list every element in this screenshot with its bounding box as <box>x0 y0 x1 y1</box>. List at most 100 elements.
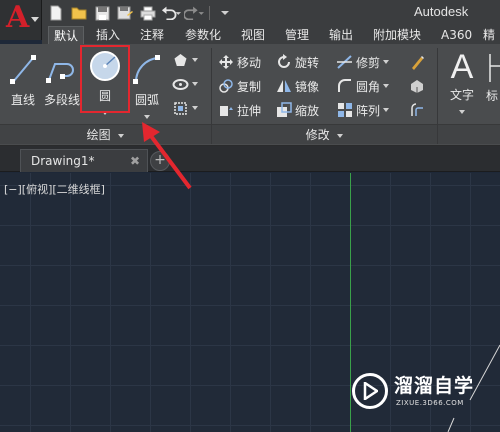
mirror-icon <box>276 80 291 92</box>
polyline-tool[interactable]: 多段线 <box>42 52 82 108</box>
stretch-icon <box>219 106 233 116</box>
text-icon: A <box>450 48 474 86</box>
viewport-controls[interactable]: [−][俯视][二维线框] <box>4 181 105 197</box>
document-tab-strip: Drawing1* ✖ + <box>0 146 500 172</box>
tab-insert[interactable]: 插入 <box>91 26 125 44</box>
play-icon <box>352 373 388 409</box>
save-icon[interactable] <box>92 3 112 23</box>
app-title: Autodesk <box>414 4 469 19</box>
watermark-subtitle: ZIXUE.3D66.COM <box>396 399 464 407</box>
offset-tool[interactable] <box>408 100 425 120</box>
fillet-label: 圆角 <box>356 79 381 94</box>
application-menu-button[interactable]: A <box>0 0 42 40</box>
highlight-box <box>80 45 130 113</box>
tab-parametric[interactable]: 参数化 <box>180 26 226 44</box>
title-bar: Autodesk <box>0 0 500 26</box>
chevron-down-icon <box>192 58 198 62</box>
redo-icon[interactable] <box>184 3 204 23</box>
arc-tool[interactable]: 圆弧 <box>130 52 164 122</box>
rotate-label: 旋转 <box>295 55 320 70</box>
polygon-tool[interactable] <box>172 50 198 70</box>
undo-icon[interactable] <box>161 3 181 23</box>
hatch-tool[interactable] <box>172 98 198 118</box>
line-label: 直线 <box>10 93 35 107</box>
line-icon <box>10 55 36 84</box>
ellipse-icon <box>172 78 189 90</box>
modify-panel-title-label: 修改 <box>305 128 330 142</box>
tab-home[interactable]: 默认 <box>48 26 85 44</box>
explode-tool[interactable] <box>408 76 425 96</box>
chevron-down-icon <box>383 84 390 88</box>
polyline-icon <box>46 63 74 83</box>
document-tab-label: Drawing1* <box>31 154 95 168</box>
arc-icon <box>133 55 160 84</box>
chevron-down-icon <box>31 17 39 22</box>
chevron-down-icon <box>192 106 198 110</box>
array-icon <box>337 103 352 117</box>
stretch-tool[interactable]: 拉伸 <box>217 100 261 120</box>
ribbon-tab-bar: 默认 插入 注释 参数化 视图 管理 输出 附加模块 A360 精 <box>42 26 500 44</box>
annotation-arrow <box>142 122 192 190</box>
array-label: 阵列 <box>356 103 381 118</box>
watermark: 溜溜自学 ZIXUE.3D66.COM <box>350 366 475 416</box>
array-tool[interactable]: 阵列 <box>336 100 390 120</box>
tab-addins[interactable]: 附加模块 <box>368 26 426 44</box>
chevron-down-icon <box>118 133 125 138</box>
hatch-icon <box>174 101 187 115</box>
erase-tool[interactable] <box>408 52 425 72</box>
watermark-title: 溜溜自学 <box>394 375 475 397</box>
move-tool[interactable]: 移动 <box>217 52 261 72</box>
tab-featured[interactable]: 精 <box>478 26 500 44</box>
move-label: 移动 <box>237 55 262 70</box>
arc-label: 圆弧 <box>134 93 159 107</box>
dimension-label: 标 <box>486 89 499 103</box>
explode-icon <box>410 80 423 93</box>
scale-tool[interactable]: 缩放 <box>275 100 319 120</box>
rotate-tool[interactable]: 旋转 <box>275 52 319 72</box>
trim-label: 修剪 <box>356 55 381 70</box>
scale-icon <box>276 102 292 117</box>
tab-a360[interactable]: A360 <box>436 26 477 44</box>
offset-icon <box>410 103 423 116</box>
mirror-label: 镜像 <box>295 79 320 94</box>
qat-separator <box>209 6 210 20</box>
save-as-icon[interactable] <box>115 3 135 23</box>
fillet-icon <box>337 79 351 92</box>
chevron-down-icon <box>383 60 390 64</box>
trim-icon <box>337 55 352 69</box>
fillet-tool[interactable]: 圆角 <box>336 76 390 96</box>
dimension-icon <box>489 54 500 82</box>
polyline-label: 多段线 <box>43 93 80 107</box>
autocad-logo: A <box>6 0 30 35</box>
mirror-tool[interactable]: 镜像 <box>275 76 319 96</box>
document-tab[interactable]: Drawing1* ✖ <box>20 149 148 172</box>
move-icon <box>218 55 233 69</box>
dimension-tool[interactable]: 标 <box>486 52 500 104</box>
tab-manage[interactable]: 管理 <box>280 26 314 44</box>
polygon-icon <box>174 53 187 66</box>
erase-icon <box>411 56 424 70</box>
modify-panel-title[interactable]: 修改 <box>212 124 437 144</box>
new-icon[interactable] <box>46 3 66 23</box>
ribbon: 直线 多段线 圆 圆弧 移动 旋转 修剪 复制 镜像 圆角 拉伸 缩放 阵列 A… <box>0 44 500 146</box>
line-tool[interactable]: 直线 <box>4 52 42 108</box>
quick-access-toolbar <box>46 3 235 23</box>
stretch-label: 拉伸 <box>237 103 262 118</box>
scale-label: 缩放 <box>295 103 320 118</box>
chevron-down-icon <box>383 108 390 112</box>
copy-tool[interactable]: 复制 <box>217 76 261 96</box>
draw-panel-title-label: 绘图 <box>86 128 111 142</box>
tab-output[interactable]: 输出 <box>324 26 358 44</box>
print-icon[interactable] <box>138 3 158 23</box>
ellipse-tool[interactable] <box>172 74 198 94</box>
trim-tool[interactable]: 修剪 <box>336 52 390 72</box>
open-icon[interactable] <box>69 3 89 23</box>
annotation-panel-title[interactable] <box>438 124 500 144</box>
tab-annotate[interactable]: 注释 <box>135 26 169 44</box>
copy-label: 复制 <box>237 79 262 94</box>
customize-qat-icon[interactable] <box>215 3 235 23</box>
chevron-down-icon[interactable] <box>459 110 465 114</box>
text-tool[interactable]: A 文字 <box>443 48 481 117</box>
copy-icon <box>218 79 233 93</box>
tab-view[interactable]: 视图 <box>236 26 270 44</box>
